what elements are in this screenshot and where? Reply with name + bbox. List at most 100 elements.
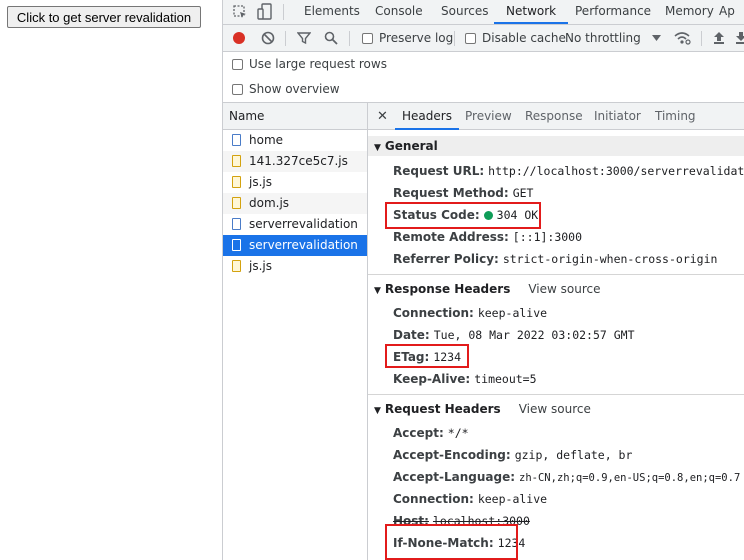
header-value: timeout=5 <box>474 372 537 386</box>
disable-cache-checkbox[interactable] <box>465 33 476 44</box>
header-row: Keep-Alive: timeout=5 <box>393 372 537 386</box>
close-icon[interactable]: ✕ <box>377 103 388 130</box>
header-value: GET <box>512 186 534 200</box>
request-row[interactable]: serverrevalidation <box>223 235 367 256</box>
import-har-icon[interactable] <box>713 30 725 45</box>
header-key: Remote Address: <box>393 230 509 244</box>
request-list: Name home 141.327ce5c7.js js.js dom.js serve… <box>223 103 368 560</box>
header-row: Date: Tue, 08 Mar 2022 03:02:57 GMT <box>393 328 635 342</box>
tab-sources[interactable]: Sources <box>441 0 488 24</box>
tab-elements[interactable]: Elements <box>304 0 360 24</box>
tab-preview[interactable]: Preview <box>465 103 512 130</box>
search-icon[interactable] <box>324 31 338 45</box>
header-key: Connection: <box>393 306 474 320</box>
device-toolbar-icon[interactable] <box>257 3 273 21</box>
script-file-icon <box>232 155 241 167</box>
request-row[interactable]: js.js <box>223 172 367 193</box>
show-overview-checkbox[interactable] <box>232 84 243 95</box>
document-file-icon <box>232 218 241 230</box>
section-title: General <box>384 139 438 153</box>
header-value: zh-CN,zh;q=0.9,en-US;q=0.8,en;q=0.7 <box>519 472 741 484</box>
section-divider <box>368 394 744 395</box>
filter-icon[interactable] <box>297 31 311 45</box>
script-file-icon <box>232 260 241 272</box>
network-conditions-icon[interactable] <box>674 30 691 45</box>
view-source-link[interactable]: View source <box>519 402 591 416</box>
request-name: dom.js <box>249 196 290 210</box>
tab-console[interactable]: Console <box>375 0 423 24</box>
header-value: keep-alive <box>477 492 548 506</box>
script-file-icon <box>232 197 241 209</box>
tab-memory[interactable]: Memory <box>665 0 714 24</box>
large-rows-label: Use large request rows <box>249 57 387 71</box>
tab-response[interactable]: Response <box>525 103 583 130</box>
tab-network[interactable]: Network <box>494 0 569 24</box>
script-file-icon <box>232 176 241 188</box>
request-row[interactable]: home <box>223 130 367 151</box>
request-row[interactable]: 141.327ce5c7.js <box>223 151 367 172</box>
header-value: [::1]:3000 <box>512 230 583 244</box>
response-headers-section-header[interactable]: ▼ Response Headers View source <box>368 282 744 296</box>
preserve-log-label: Preserve log <box>379 31 454 45</box>
tab-performance[interactable]: Performance <box>575 0 651 24</box>
toolbar-separator <box>349 31 350 46</box>
document-file-icon <box>232 239 241 251</box>
header-value: */* <box>447 426 469 440</box>
header-value: http://localhost:3000/serverrevalidation <box>488 164 744 178</box>
header-row: Request Method: GET <box>393 186 533 200</box>
request-row[interactable]: serverrevalidation <box>223 214 367 235</box>
general-section-header[interactable]: ▼ General <box>368 136 744 156</box>
record-icon[interactable] <box>232 31 246 45</box>
large-rows-checkbox[interactable] <box>232 59 243 70</box>
collapse-triangle-icon: ▼ <box>374 286 381 296</box>
detail-tab-bar: ✕ Headers Preview Response Initiator Tim… <box>368 103 744 130</box>
preserve-log-checkbox[interactable] <box>362 33 373 44</box>
request-row[interactable]: dom.js <box>223 193 367 214</box>
header-row: Request URL: http://localhost:3000/server… <box>393 164 744 178</box>
network-toolbar: Preserve log Disable cache No throttling <box>223 25 744 52</box>
etag-highlight <box>385 344 469 368</box>
tab-application[interactable]: Ap <box>719 0 735 24</box>
header-row: Accept-Language: zh-CN,zh;q=0.9,en-US;q=0… <box>393 470 740 484</box>
header-row: Connection: keep-alive <box>393 306 547 320</box>
tab-headers[interactable]: Headers <box>395 103 459 130</box>
header-value: gzip, deflate, br <box>514 448 633 462</box>
inspect-element-icon[interactable] <box>232 4 248 20</box>
request-name: js.js <box>249 175 272 189</box>
header-row: Referrer Policy: strict-origin-when-cross… <box>393 252 717 266</box>
if-none-match-highlight <box>385 524 518 560</box>
header-row: Remote Address: [::1]:3000 <box>393 230 582 244</box>
request-row[interactable]: js.js <box>223 256 367 277</box>
toolbar-separator <box>454 31 455 46</box>
chevron-down-icon[interactable] <box>652 34 661 42</box>
tab-initiator[interactable]: Initiator <box>594 103 641 130</box>
server-revalidation-button[interactable]: Click to get server revalidation <box>7 6 201 28</box>
collapse-triangle-icon: ▼ <box>374 143 381 153</box>
name-column-header[interactable]: Name <box>223 103 367 130</box>
request-name: serverrevalidation <box>249 238 358 252</box>
clear-icon[interactable] <box>261 31 275 45</box>
header-key: Request URL: <box>393 164 485 178</box>
tab-timing[interactable]: Timing <box>655 103 696 130</box>
header-key: Connection: <box>393 492 474 506</box>
header-key: Referrer Policy: <box>393 252 499 266</box>
header-key: Accept-Language: <box>393 470 516 484</box>
request-headers-section-header[interactable]: ▼ Request Headers View source <box>368 402 744 416</box>
request-name: home <box>249 133 284 147</box>
collapse-triangle-icon: ▼ <box>374 406 381 416</box>
view-source-link[interactable]: View source <box>528 282 600 296</box>
throttling-select[interactable]: No throttling <box>565 31 641 45</box>
section-divider <box>368 274 744 275</box>
disable-cache-label: Disable cache <box>482 31 566 45</box>
header-key: Accept: <box>393 426 444 440</box>
toolbar-separator <box>701 31 702 46</box>
header-key: Keep-Alive: <box>393 372 471 386</box>
header-row: Connection: keep-alive <box>393 492 547 506</box>
request-name: serverrevalidation <box>249 217 358 231</box>
request-name: js.js <box>249 259 272 273</box>
export-har-icon[interactable] <box>735 30 744 45</box>
header-value: Tue, 08 Mar 2022 03:02:57 GMT <box>433 328 635 342</box>
header-key: Request Method: <box>393 186 509 200</box>
toolbar-separator <box>285 31 286 46</box>
header-key: Accept-Encoding: <box>393 448 511 462</box>
